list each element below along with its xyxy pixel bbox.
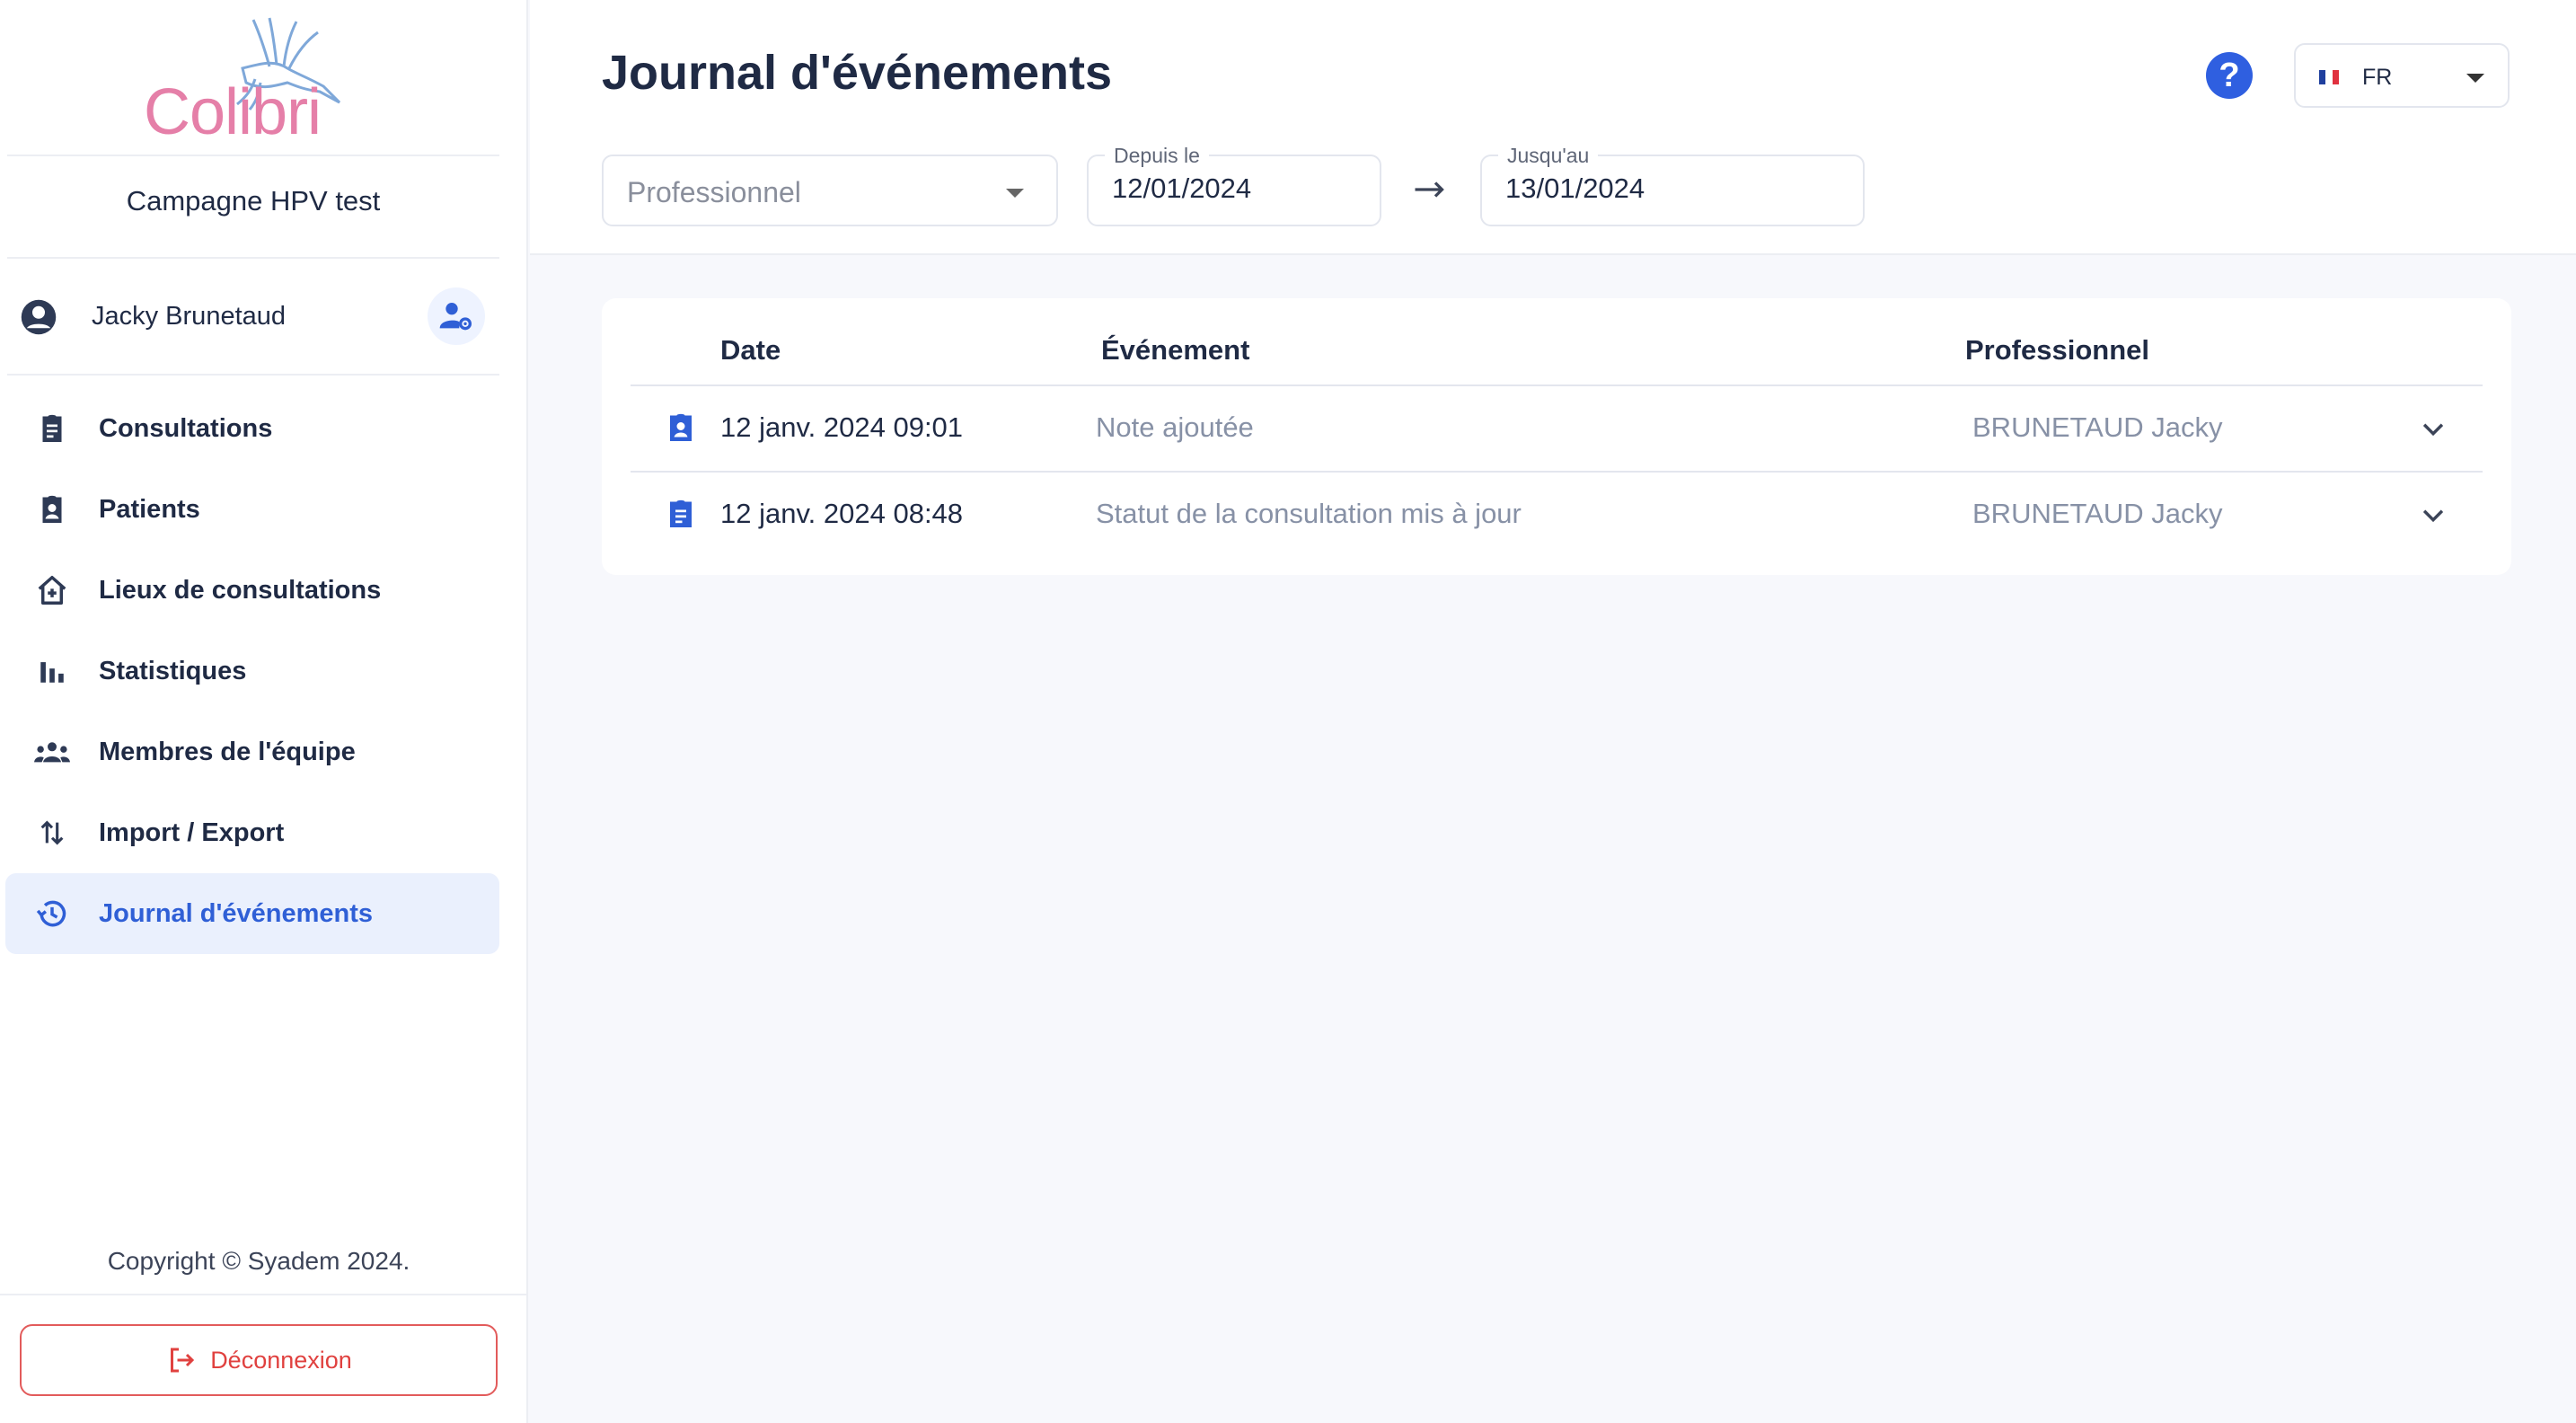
sidebar-item-statistiques[interactable]: Statistiques [5,631,499,712]
chevron-down-icon [2466,74,2484,83]
user-name: Jacky Brunetaud [92,302,287,331]
user-settings-icon [439,303,472,331]
row-date: 12 janv. 2024 08:48 [720,498,964,529]
sidebar-item-label: Consultations [99,413,273,443]
date-to-input[interactable] [1505,172,1811,205]
sidebar-item-consultations[interactable]: Consultations [5,388,499,469]
divider [7,374,499,376]
row-professional: BRUNETAUD Jacky [1972,411,2223,443]
sidebar: Colibri Campagne HPV test Jacky Brunetau… [0,0,528,1423]
help-button[interactable]: ? [2206,52,2253,99]
home-plus-icon [34,572,70,608]
logout-icon [171,1348,195,1373]
sidebar-nav: Consultations Patients Lieux de consulta… [5,388,499,954]
chevron-down-icon[interactable] [2418,499,2448,530]
row-date: 12 janv. 2024 09:01 [720,411,964,443]
campaign-name: Campagne HPV test [126,185,381,217]
group-icon [34,734,70,770]
sidebar-item-lieux[interactable]: Lieux de consultations [5,550,499,631]
chevron-down-icon [1006,189,1024,198]
arrow-right-icon [1415,181,1444,198]
logout-label: Déconnexion [210,1346,352,1374]
chevron-down-icon[interactable] [2418,413,2448,444]
date-from-input[interactable] [1112,172,1345,205]
sidebar-item-label: Lieux de consultations [99,575,382,605]
column-header-event: Événement [1101,334,1250,366]
divider [7,155,499,156]
sidebar-item-journal[interactable]: Journal d'événements [5,873,499,954]
divider [0,1294,528,1295]
date-to-field: Jusqu'au [1480,144,1865,226]
table-row[interactable]: 12 janv. 2024 08:48 Statut de la consult… [631,473,2483,557]
sidebar-item-label: Membres de l'équipe [99,737,356,766]
row-professional: BRUNETAUD Jacky [1972,498,2223,529]
user-settings-button[interactable] [428,287,485,345]
column-header-date: Date [720,334,781,366]
swap-vertical-icon [34,815,70,851]
account-circle-icon [21,299,57,335]
column-header-professional: Professionnel [1965,334,2149,366]
row-event: Statut de la consultation mis à jour [1096,498,1522,529]
row-event: Note ajoutée [1096,411,1254,443]
language-select[interactable]: FR [2294,43,2510,108]
sidebar-item-label: Statistiques [99,656,247,685]
clipboard-icon [670,499,692,527]
page-header: Journal d'événements ? FR Professionnel … [530,0,2576,255]
copyright: Copyright © Syadem 2024. [107,1247,410,1275]
history-icon [34,896,70,932]
professional-filter-placeholder: Professionnel [627,176,801,208]
user-row: Jacky Brunetaud [20,286,487,349]
date-to-label: Jusqu'au [1498,144,1599,168]
sidebar-item-patients[interactable]: Patients [5,469,499,550]
date-from-field: Depuis le [1087,144,1381,226]
patient-badge-icon [670,413,692,441]
bar-chart-icon [34,653,70,689]
sidebar-item-import-export[interactable]: Import / Export [5,792,499,873]
table-row[interactable]: 12 janv. 2024 09:01 Note ajoutée BRUNETA… [631,386,2483,471]
divider [7,257,499,259]
logo-text: Colibri [144,76,322,148]
france-flag-icon [2319,70,2339,84]
patient-badge-icon [34,491,70,527]
page-title: Journal d'événements [602,46,1113,100]
sidebar-item-label: Import / Export [99,818,285,847]
logout-button[interactable]: Déconnexion [20,1324,498,1396]
sidebar-item-label: Journal d'événements [99,898,374,928]
date-from-label: Depuis le [1105,144,1209,168]
language-value: FR [2362,65,2393,90]
sidebar-item-membres[interactable]: Membres de l'équipe [5,712,499,792]
sidebar-item-label: Patients [99,494,200,524]
events-table: Date Événement Professionnel 12 janv. 20… [602,298,2511,575]
colibri-logo[interactable]: Colibri [144,14,350,148]
professional-filter-select[interactable]: Professionnel [602,155,1058,226]
clipboard-icon [34,411,70,446]
